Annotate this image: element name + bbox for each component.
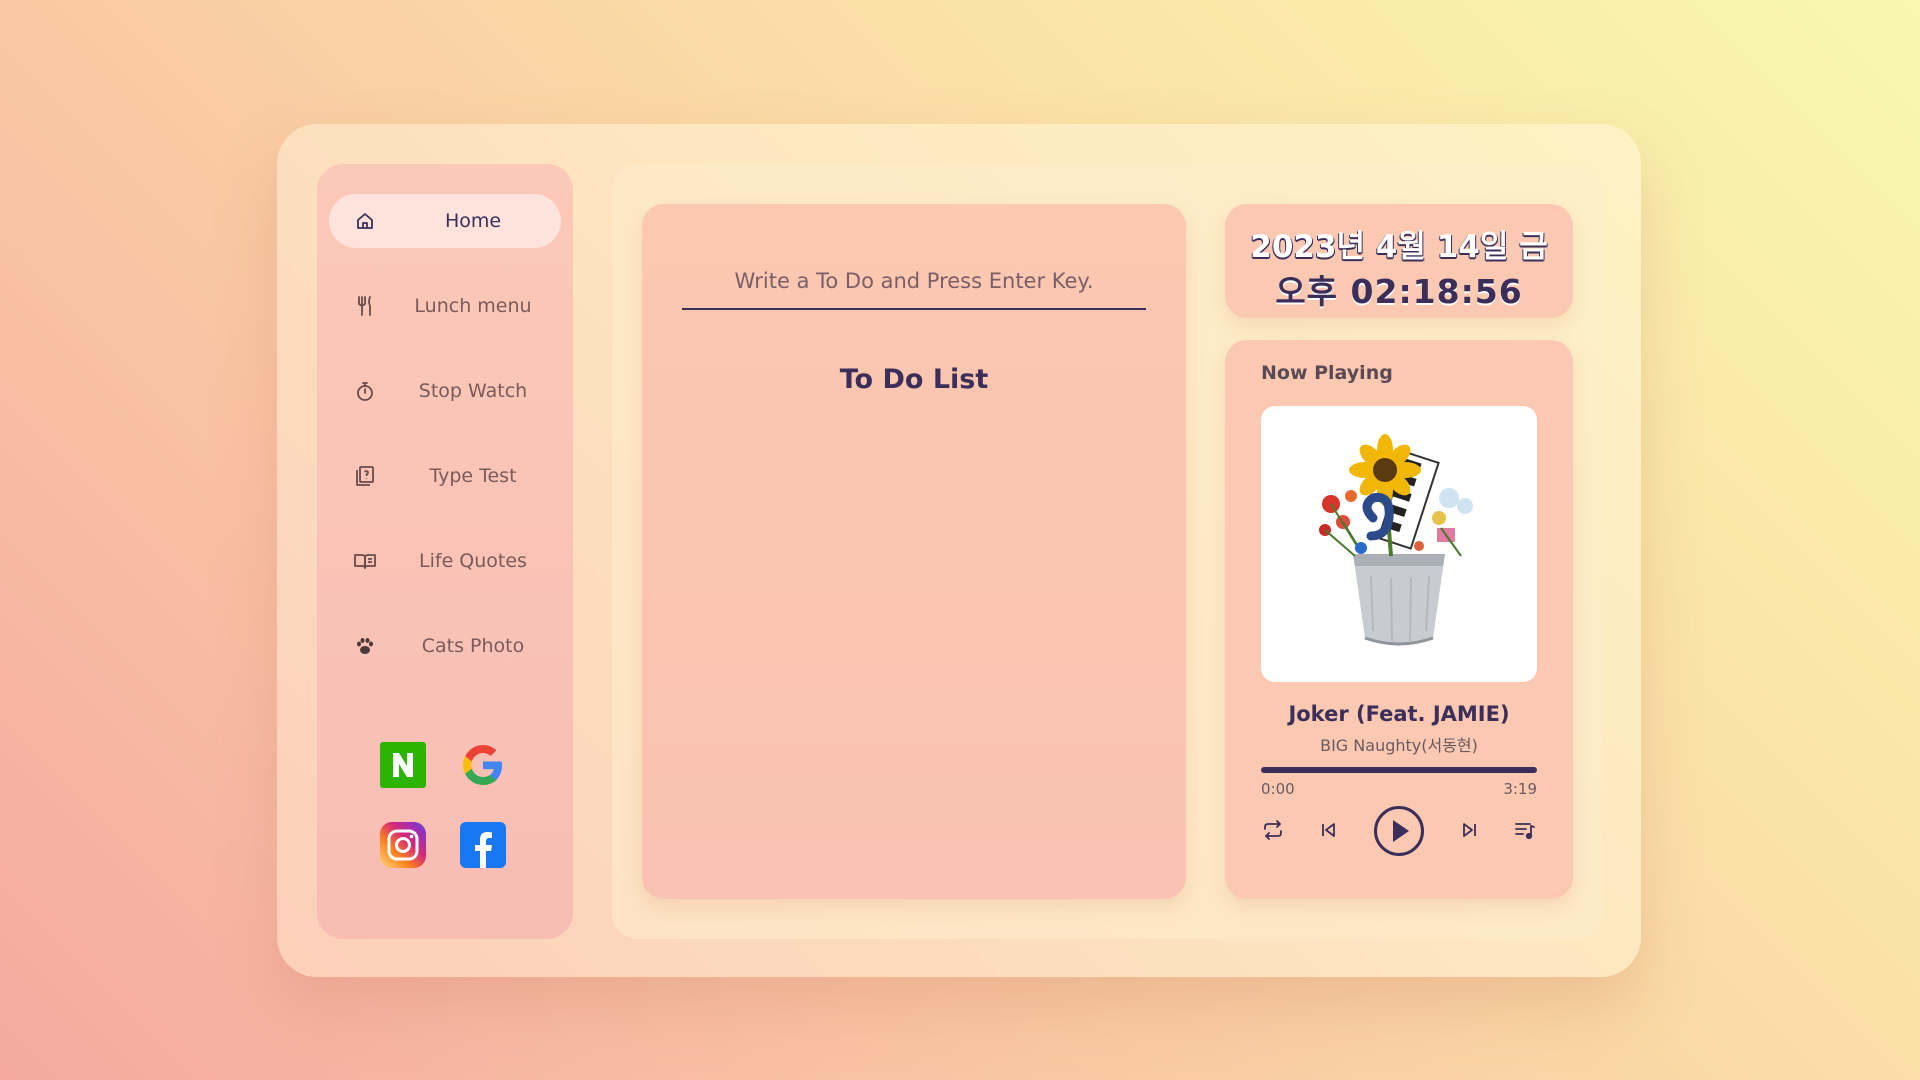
progress-fill [1261,767,1537,773]
progress-bar[interactable] [1261,767,1537,773]
clock-time: 오후 02:18:56 [1275,272,1523,311]
google-link-icon[interactable] [459,741,507,789]
todo-input[interactable] [682,254,1146,310]
sidebar-item-home[interactable]: Home [329,194,561,248]
sidebar-item-cats-photo[interactable]: Cats Photo [329,619,561,673]
playlist-button[interactable] [1513,818,1537,846]
sidebar-item-lunch-menu[interactable]: Lunch menu [329,279,561,333]
sidebar: Home Lunch menu Stop Watch Type Test Lif [317,164,573,939]
naver-link-icon[interactable] [379,741,427,789]
todo-list-title: To Do List [839,364,989,395]
book-icon [353,549,377,573]
paw-icon [353,634,377,658]
sidebar-item-type-test[interactable]: Type Test [329,449,561,503]
music-player: Now Playing Joker (Feat. JAMIE) BIG Naug… [1225,340,1573,899]
sidebar-item-label: Lunch menu [414,295,532,317]
skip-next-icon [1458,823,1482,846]
utensils-icon [353,294,377,318]
next-button[interactable] [1458,818,1482,846]
clock-card: 2023년 4월 14일 금 오후 02:18:56 [1225,204,1573,318]
total-time: 3:19 [1503,780,1537,798]
sidebar-item-label: Stop Watch [418,380,528,402]
repeat-icon [1261,820,1285,846]
sidebar-item-stop-watch[interactable]: Stop Watch [329,364,561,418]
previous-button[interactable] [1316,818,1340,846]
playlist-icon [1513,823,1537,846]
repeat-button[interactable] [1261,818,1285,846]
stopwatch-icon [353,379,377,403]
app-window: Home Lunch menu Stop Watch Type Test Lif [277,124,1641,977]
sidebar-item-label: Life Quotes [419,550,527,572]
song-title: Joker (Feat. JAMIE) [1288,702,1510,726]
keyboard-question-icon [353,464,377,488]
sidebar-item-label: Cats Photo [421,635,525,657]
instagram-link-icon[interactable] [379,821,427,869]
facebook-link-icon[interactable] [459,821,507,869]
play-icon [1373,806,1425,861]
album-art [1261,406,1537,682]
home-icon [353,209,377,233]
skip-previous-icon [1316,823,1340,846]
sidebar-item-label: Home [444,210,502,232]
sidebar-item-label: Type Test [429,465,517,487]
clock-date: 2023년 4월 14일 금 [1250,229,1548,265]
current-time: 0:00 [1261,780,1295,798]
sidebar-item-life-quotes[interactable]: Life Quotes [329,534,561,588]
todo-card: To Do List [642,204,1186,899]
now-playing-label: Now Playing [1261,362,1393,384]
play-button[interactable] [1373,805,1425,861]
song-artist: BIG Naughty(서동현) [1320,736,1478,755]
